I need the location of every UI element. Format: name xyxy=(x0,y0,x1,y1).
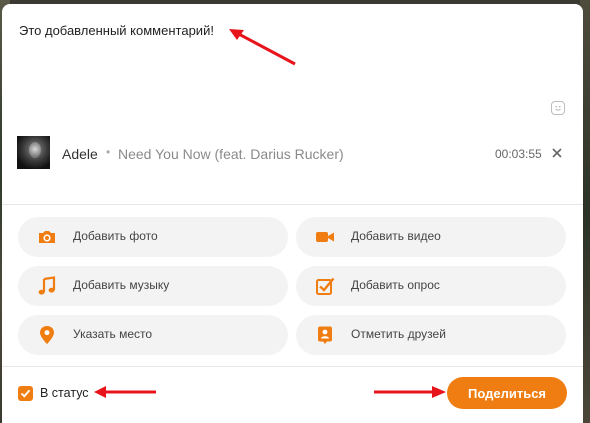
comment-text[interactable]: Это добавленный комментарий! xyxy=(19,23,214,38)
divider-bottom xyxy=(2,366,583,367)
track-separator: • xyxy=(106,145,111,159)
comment-input-area[interactable]: Это добавленный комментарий! xyxy=(2,4,583,204)
smiley-icon[interactable] xyxy=(551,101,565,115)
share-button[interactable]: Поделиться xyxy=(447,377,567,409)
attached-track: Adele • Need You Now (feat. Darius Rucke… xyxy=(2,134,583,170)
add-photo-label: Добавить фото xyxy=(73,229,158,243)
divider-top xyxy=(2,204,583,205)
checkmark-icon xyxy=(20,389,31,398)
track-title: Need You Now (feat. Darius Rucker) xyxy=(118,146,344,162)
add-location-label: Указать место xyxy=(73,327,153,341)
album-cover xyxy=(17,136,50,169)
tag-friends-label: Отметить друзей xyxy=(351,327,446,341)
camera-icon xyxy=(39,231,55,243)
status-checkbox-label[interactable]: В статус xyxy=(40,386,89,400)
location-pin-icon xyxy=(40,326,54,344)
share-post-dialog: Это добавленный комментарий! Adele • Nee… xyxy=(2,4,583,423)
music-note-icon xyxy=(38,276,56,295)
tag-friend-icon xyxy=(318,326,332,344)
add-video-label: Добавить видео xyxy=(351,229,441,243)
remove-track-close-icon[interactable] xyxy=(551,147,563,159)
add-video-button[interactable]: Добавить видео xyxy=(296,217,566,257)
add-location-button[interactable]: Указать место xyxy=(18,315,288,355)
track-artist: Adele xyxy=(62,146,98,162)
add-music-label: Добавить музыку xyxy=(73,278,170,292)
poll-checkbox-icon xyxy=(316,277,335,295)
status-checkbox[interactable] xyxy=(18,386,33,401)
add-poll-label: Добавить опрос xyxy=(351,278,440,292)
video-camera-icon xyxy=(316,232,334,242)
tag-friends-button[interactable]: Отметить друзей xyxy=(296,315,566,355)
track-duration: 00:03:55 xyxy=(495,147,542,161)
add-music-button[interactable]: Добавить музыку xyxy=(18,266,288,306)
add-photo-button[interactable]: Добавить фото xyxy=(18,217,288,257)
add-poll-button[interactable]: Добавить опрос xyxy=(296,266,566,306)
